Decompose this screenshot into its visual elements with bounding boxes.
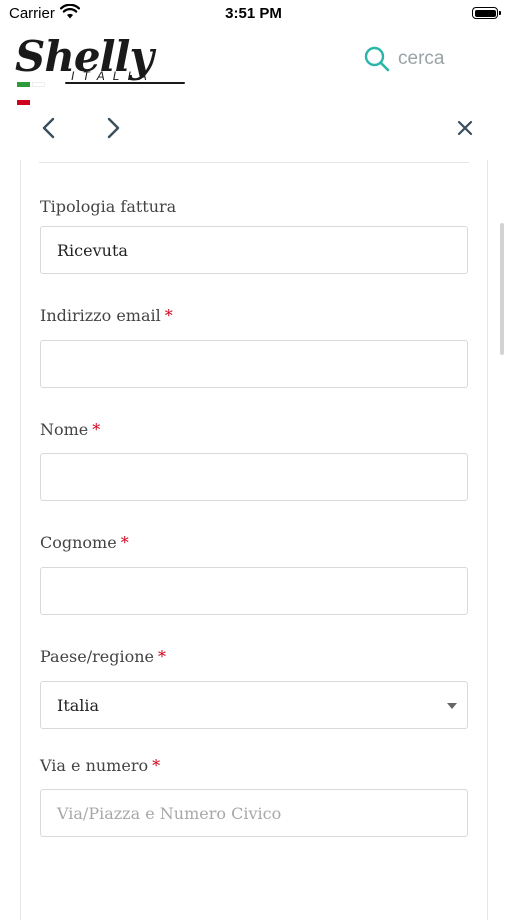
street-field[interactable]: Via/Piazza e Numero Civico	[40, 789, 468, 837]
chevron-down-icon	[447, 703, 457, 709]
email-field[interactable]	[40, 340, 468, 388]
last-name-field[interactable]	[40, 567, 468, 615]
required-marker: *	[164, 306, 173, 325]
scrollbar[interactable]	[500, 223, 504, 355]
country-label-text: Paese/regione	[40, 647, 155, 666]
email-label: Indirizzo email *	[40, 306, 173, 325]
logo-subtext: ITALIA	[71, 69, 155, 83]
chevron-left-icon	[42, 117, 55, 139]
search-button[interactable]: cerca	[364, 46, 444, 72]
battery-icon	[472, 7, 501, 19]
first-name-label-text: Nome	[40, 420, 89, 439]
country-label: Paese/regione *	[40, 647, 166, 666]
required-marker: *	[158, 647, 167, 666]
search-label: cerca	[398, 48, 445, 69]
required-marker: *	[120, 533, 129, 552]
street-placeholder: Via/Piazza e Numero Civico	[57, 803, 282, 823]
search-icon	[364, 46, 390, 72]
chevron-right-icon	[107, 117, 120, 139]
required-marker: *	[152, 756, 161, 775]
invoice-type-field[interactable]: Ricevuta	[40, 226, 468, 274]
forward-button[interactable]	[99, 114, 127, 142]
invoice-type-value: Ricevuta	[57, 240, 128, 260]
invoice-type-label: Tipologia fattura	[40, 197, 176, 216]
first-name-field[interactable]	[40, 453, 468, 501]
panel-divider	[39, 162, 469, 163]
email-label-text: Indirizzo email	[40, 306, 161, 325]
logo-underline	[65, 82, 185, 84]
close-button[interactable]	[451, 114, 479, 142]
street-label-text: Via e numero	[40, 756, 149, 775]
italian-flag-icon	[17, 74, 59, 105]
clock: 3:51 PM	[225, 5, 282, 22]
street-label: Via e numero *	[40, 756, 160, 775]
last-name-label: Cognome *	[40, 533, 129, 552]
required-marker: *	[92, 420, 101, 439]
last-name-label-text: Cognome	[40, 533, 117, 552]
country-select[interactable]: Italia	[40, 681, 468, 729]
invoice-type-label-text: Tipologia fattura	[40, 197, 177, 216]
first-name-label: Nome *	[40, 420, 100, 439]
status-bar: Carrier 3:51 PM	[0, 0, 507, 28]
close-icon	[457, 120, 473, 136]
back-button[interactable]	[35, 114, 63, 142]
country-value: Italia	[57, 695, 100, 715]
shelly-logo[interactable]: Shelly ITALIA	[15, 32, 185, 105]
